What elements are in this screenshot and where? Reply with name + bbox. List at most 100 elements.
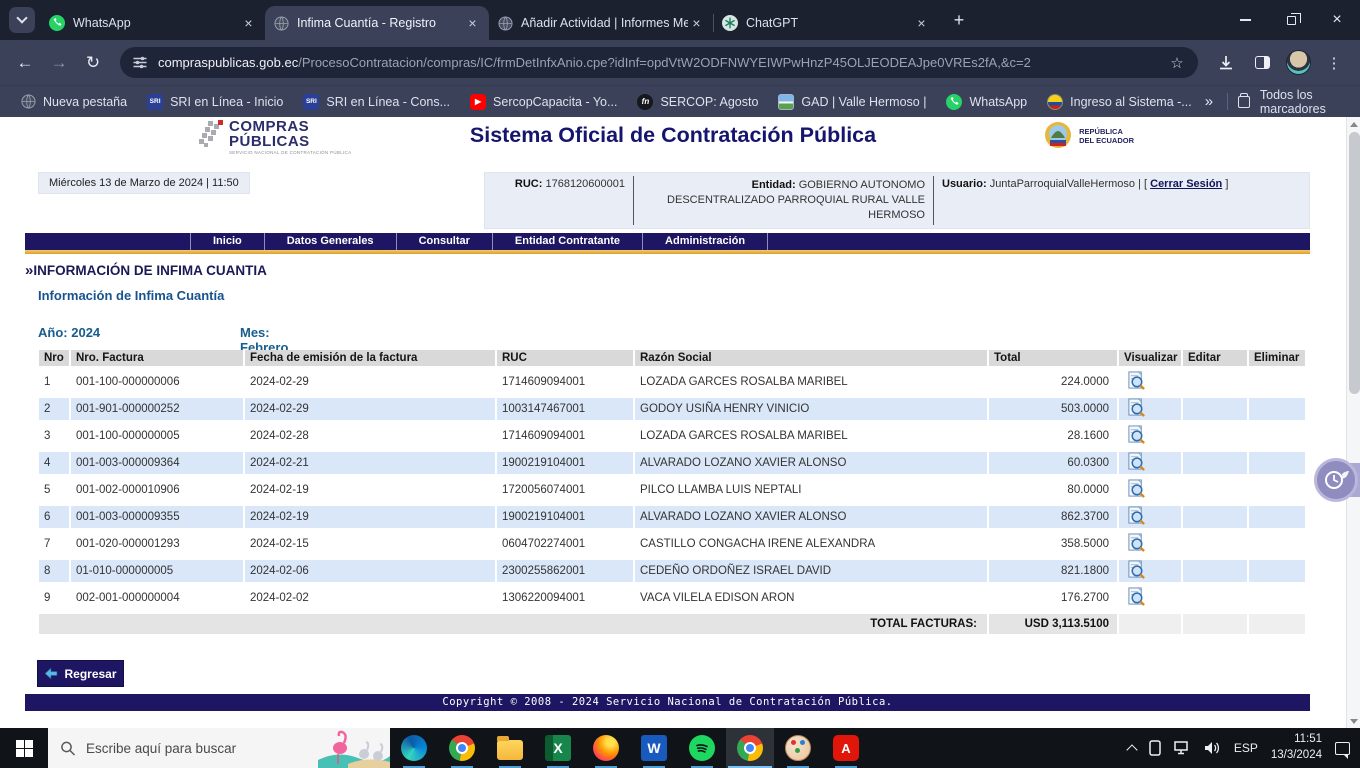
bookmark-item[interactable]: SRISRI en Línea - Inicio (138, 91, 292, 113)
taskbar-app-acrobat[interactable]: A (822, 728, 870, 768)
reload-button[interactable]: ↻ (78, 48, 108, 78)
network-icon[interactable] (1174, 741, 1191, 755)
start-button[interactable] (0, 728, 48, 768)
bookmark-item[interactable]: SRISRI en Línea - Cons... (294, 91, 459, 113)
bookmarks-overflow-chevron[interactable]: » (1201, 93, 1217, 110)
logout-link[interactable]: Cerrar Sesión (1150, 178, 1222, 190)
taskbar-app-spotify[interactable] (678, 728, 726, 768)
table-cell: 2024-02-29 (245, 398, 495, 420)
scroll-up-icon[interactable] (1347, 117, 1360, 131)
bookmark-item[interactable]: Ingreso al Sistema -... (1038, 91, 1201, 113)
taskbar-app-chrome-active[interactable] (726, 728, 774, 768)
regresar-button[interactable]: Regresar (37, 660, 124, 687)
action-center-icon[interactable] (1335, 742, 1350, 755)
entity-info-box: RUC: 1768120600001 Entidad: GOBIERNO AUT… (484, 172, 1310, 229)
phone-link-icon[interactable] (1149, 740, 1161, 756)
edit-cell (1183, 560, 1247, 582)
browser-tab[interactable]: Infima Cuantía - Registro× (265, 6, 489, 40)
all-bookmarks-label[interactable]: Todos los marcadores (1260, 88, 1348, 116)
taskbar-app-paint[interactable] (774, 728, 822, 768)
taskbar-app-word[interactable]: W (630, 728, 678, 768)
close-window-button[interactable]: × (1314, 0, 1360, 40)
bookmark-item[interactable]: Nueva pestaña (12, 91, 136, 112)
total-facturas-label: TOTAL FACTURAS: (39, 614, 987, 634)
taskbar-app-chrome[interactable] (438, 728, 486, 768)
table-cell: 2024-02-19 (245, 506, 495, 528)
back-navigation-button[interactable]: ← (10, 48, 40, 78)
floating-clock-widget[interactable] (1314, 458, 1360, 502)
year-label: Año: 2024 (38, 325, 100, 340)
tab-close-icon[interactable]: × (464, 15, 481, 32)
menu-item[interactable]: Administración (642, 233, 768, 250)
table-cell: 2024-02-21 (245, 452, 495, 474)
scroll-down-icon[interactable] (1347, 714, 1360, 728)
bookmark-item[interactable]: ▶SercopCapacita - Yo... (461, 91, 626, 113)
page-title: Sistema Oficial de Contratación Pública (0, 123, 1346, 148)
column-header: Nro (39, 350, 69, 366)
taskbar-app-firefox[interactable] (582, 728, 630, 768)
visualize-icon[interactable] (1127, 479, 1146, 498)
taskbar-app-file-explorer[interactable] (486, 728, 534, 768)
visualize-icon[interactable] (1127, 587, 1146, 606)
bookmark-star-icon[interactable]: ☆ (1168, 54, 1186, 72)
table-cell: 001-002-000010906 (71, 479, 243, 501)
browser-tab[interactable]: ChatGPT× (714, 6, 938, 40)
address-bar[interactable]: compraspublicas.gob.ec/ProcesoContrataci… (120, 47, 1198, 78)
visualize-icon[interactable] (1127, 398, 1146, 417)
scrollbar-thumb[interactable] (1349, 132, 1360, 394)
forward-navigation-button[interactable]: → (44, 48, 74, 78)
visualize-icon[interactable] (1127, 506, 1146, 525)
total-facturas-value: USD 3,113.5100 (989, 614, 1117, 634)
tab-close-icon[interactable]: × (240, 15, 257, 32)
visualize-icon[interactable] (1127, 452, 1146, 471)
downloads-icon[interactable] (1210, 47, 1242, 79)
table-cell: 2300255862001 (497, 560, 633, 582)
visualize-icon[interactable] (1127, 533, 1146, 552)
bookmark-item[interactable]: GAD | Valle Hermoso | (769, 91, 935, 113)
tray-clock[interactable]: 11:51 13/3/2024 (1271, 732, 1322, 763)
profile-avatar[interactable] (1282, 47, 1314, 79)
delete-cell (1249, 560, 1305, 582)
browser-toolbar: ← → ↻ compraspublicas.gob.ec/ProcesoCont… (0, 40, 1360, 85)
globe-icon (497, 15, 513, 31)
tab-search-button[interactable] (9, 7, 35, 33)
visualize-icon[interactable] (1127, 371, 1146, 390)
bookmark-item[interactable]: WhatsApp (937, 91, 1036, 113)
search-input[interactable] (86, 741, 276, 756)
browser-tab[interactable]: Añadir Actividad | Informes Me× (489, 6, 713, 40)
taskbar-app-edge[interactable] (390, 728, 438, 768)
new-tab-button[interactable]: + (946, 7, 972, 33)
bookmarks-right-cluster: » Todos los marcadores (1201, 88, 1348, 116)
menu-item[interactable]: Entidad Contratante (492, 233, 642, 250)
browser-tab[interactable]: WhatsApp× (41, 6, 265, 40)
taskbar-app-excel[interactable]: X (534, 728, 582, 768)
table-cell: 001-003-000009364 (71, 452, 243, 474)
site-info-icon[interactable] (132, 55, 148, 70)
total-cell: 358.5000 (989, 533, 1117, 555)
page-scrollbar[interactable] (1346, 117, 1360, 728)
edit-cell (1183, 587, 1247, 609)
table-cell: 8 (39, 560, 69, 582)
taskbar-search-box[interactable] (48, 728, 390, 768)
delete-cell (1249, 533, 1305, 555)
minimize-button[interactable] (1222, 0, 1268, 40)
url-text: compraspublicas.gob.ec/ProcesoContrataci… (158, 55, 1160, 70)
menu-item[interactable]: Datos Generales (264, 233, 396, 250)
table-cell: 7 (39, 533, 69, 555)
menu-item[interactable]: Inicio (190, 233, 264, 250)
column-header: RUC (497, 350, 633, 366)
tray-chevron-up-icon[interactable] (1128, 742, 1136, 754)
bookmark-item[interactable]: fnSERCOP: Agosto (628, 91, 767, 113)
page-content: COMPRAS PÚBLICAS SERVICIO NACIONAL DE CO… (0, 117, 1346, 728)
menu-item[interactable]: Consultar (396, 233, 492, 250)
tab-close-icon[interactable]: × (913, 15, 930, 32)
table-cell: 1003147467001 (497, 398, 633, 420)
tab-close-icon[interactable]: × (688, 15, 705, 32)
side-panel-icon[interactable] (1246, 47, 1278, 79)
browser-menu-icon[interactable]: ⋮ (1318, 47, 1350, 79)
restore-button[interactable] (1268, 0, 1314, 40)
keyboard-language[interactable]: ESP (1234, 741, 1258, 755)
visualize-icon[interactable] (1127, 425, 1146, 444)
volume-icon[interactable] (1204, 741, 1221, 755)
visualize-icon[interactable] (1127, 560, 1146, 579)
